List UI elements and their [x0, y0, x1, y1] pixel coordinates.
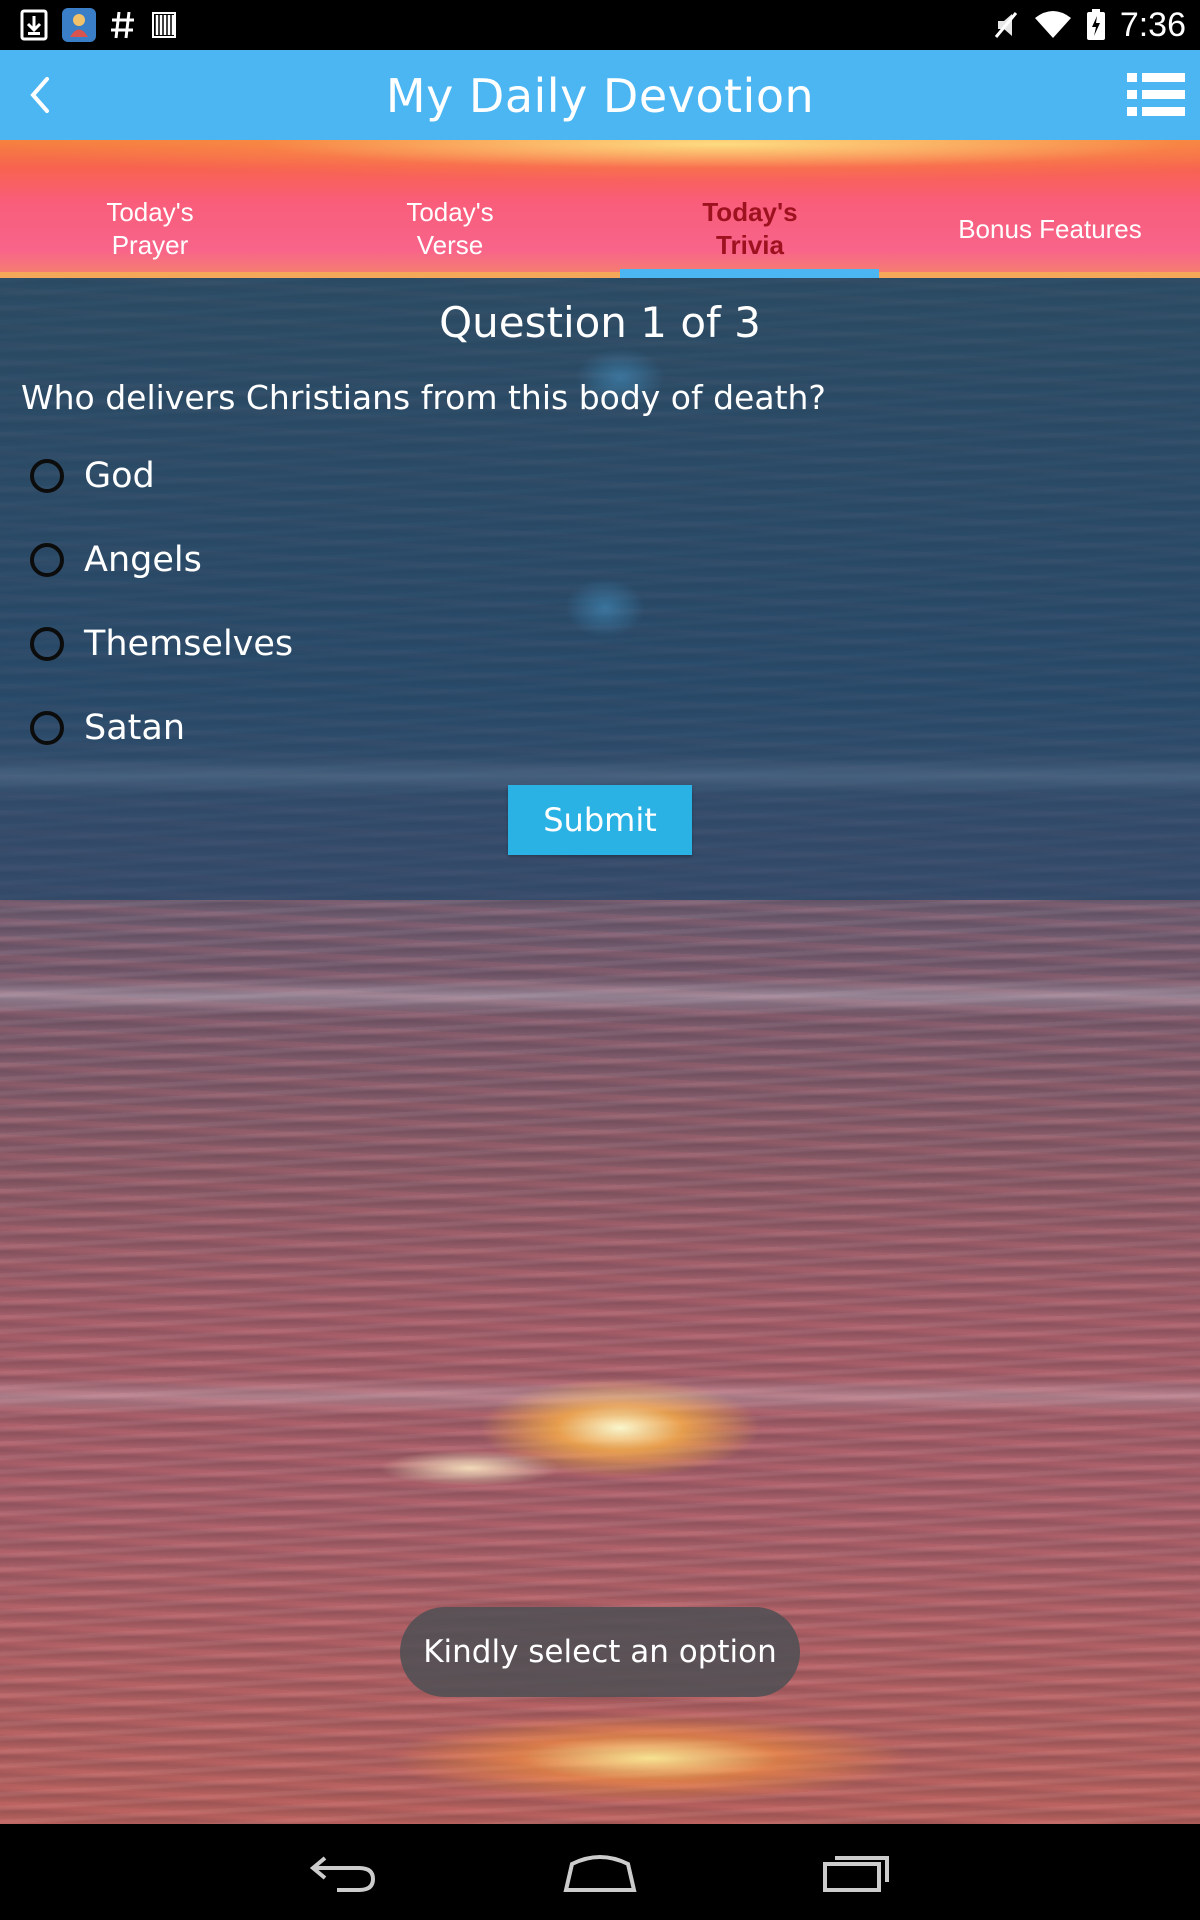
question-text: Who delivers Christians from this body o…	[21, 378, 826, 417]
tab-label: Bonus Features	[958, 213, 1142, 244]
nav-recents-button[interactable]	[812, 1842, 902, 1902]
system-icons: 7:36	[992, 4, 1186, 46]
wave-foam	[0, 978, 1200, 1014]
battery-charging-icon	[1086, 9, 1106, 41]
option-satan[interactable]: Satan	[30, 696, 185, 760]
app-title: My Daily Devotion	[385, 69, 815, 123]
back-icon	[309, 1856, 376, 1892]
download-icon	[20, 9, 48, 41]
status-bar: 7:36	[0, 0, 1200, 50]
option-label: Themselves	[84, 624, 294, 664]
wifi-icon	[1034, 10, 1072, 40]
sunset-header-image	[0, 140, 1200, 182]
barcode-icon	[150, 10, 178, 40]
option-label: God	[84, 456, 155, 496]
wave-foam	[0, 1378, 1200, 1414]
radio-button[interactable]	[30, 459, 64, 493]
radio-button[interactable]	[30, 711, 64, 745]
system-nav-bar	[0, 1824, 1200, 1920]
question-counter: Question 1 of 3	[439, 298, 761, 347]
option-label: Satan	[84, 708, 186, 748]
submit-button[interactable]: Submit	[508, 785, 692, 855]
option-god[interactable]: God	[30, 444, 155, 508]
recents-icon	[823, 1856, 889, 1892]
tab-bonus-features[interactable]: Bonus Features	[900, 186, 1200, 272]
option-angels[interactable]: Angels	[30, 528, 202, 592]
option-themselves[interactable]: Themselves	[30, 612, 293, 676]
tab-todays-trivia[interactable]: Today's Trivia	[600, 186, 900, 272]
active-tab-indicator	[620, 269, 879, 278]
tab-label: Today's Trivia	[702, 197, 798, 260]
home-icon	[563, 1855, 637, 1892]
tab-bar: Today's Prayer Today's Verse Today's Tri…	[0, 140, 1200, 278]
notification-icons	[20, 8, 178, 42]
tab-todays-verse[interactable]: Today's Verse	[300, 186, 600, 272]
nav-back-button[interactable]	[298, 1842, 388, 1902]
list-menu-icon	[1127, 73, 1185, 116]
radio-button[interactable]	[30, 543, 64, 577]
app-icon	[62, 8, 96, 42]
option-label: Angels	[84, 540, 202, 580]
quiz-panel: Question 1 of 3 Who delivers Christians …	[0, 278, 1200, 900]
sun-reflection	[565, 578, 645, 638]
app-bar: My Daily Devotion	[0, 50, 1200, 140]
toast-message: Kindly select an option	[400, 1607, 800, 1697]
tab-label: Today's Verse	[406, 197, 494, 260]
hashtag-icon	[110, 10, 136, 40]
clock-time: 7:36	[1119, 5, 1186, 44]
menu-button[interactable]	[1126, 67, 1186, 123]
mute-icon	[992, 9, 1020, 41]
tab-label: Today's Prayer	[106, 197, 194, 260]
tab-todays-prayer[interactable]: Today's Prayer	[0, 186, 300, 272]
radio-button[interactable]	[30, 627, 64, 661]
nav-home-button[interactable]	[555, 1842, 645, 1902]
